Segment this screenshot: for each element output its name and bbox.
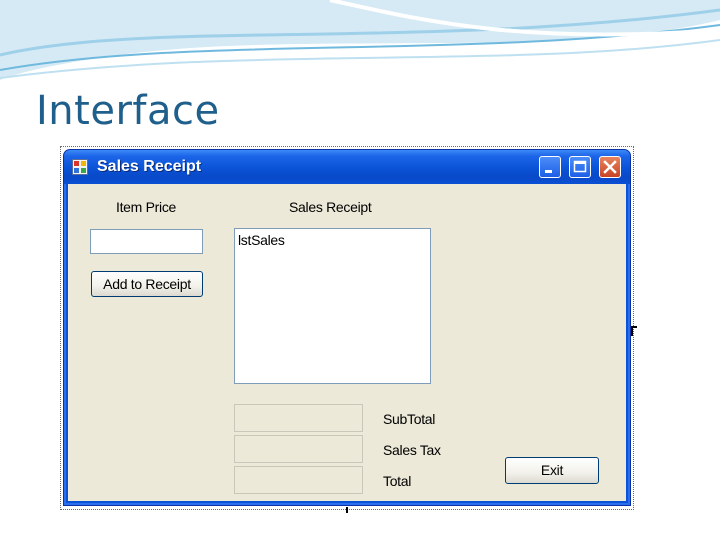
resize-handle-bottom[interactable] [346, 507, 348, 513]
subtotal-label: SubTotal [383, 411, 436, 427]
maximize-button[interactable] [569, 156, 591, 178]
total-label: Total [383, 473, 412, 489]
item-price-input[interactable] [90, 229, 203, 254]
maximize-icon [573, 160, 587, 173]
resize-handle-right-tick [631, 326, 633, 336]
slide-title: Interface [36, 88, 220, 134]
add-to-receipt-button[interactable]: Add to Receipt [91, 271, 203, 297]
sales-receipt-label: Sales Receipt [289, 199, 372, 215]
minimize-icon [545, 170, 552, 173]
sales-receipt-window: Sales Receipt Item Price Add to Receipt … [63, 149, 631, 506]
exit-button[interactable]: Exit [505, 457, 599, 484]
total-field [234, 466, 363, 494]
subtotal-field [234, 404, 363, 432]
sales-tax-label: Sales Tax [383, 442, 441, 458]
minimize-button[interactable] [539, 156, 561, 178]
close-icon [603, 160, 617, 174]
form-client-area: Item Price Add to Receipt Sales Receipt … [68, 184, 626, 501]
window-titlebar[interactable]: Sales Receipt [64, 150, 630, 184]
form-icon [72, 159, 88, 175]
sales-listbox[interactable]: lstSales [234, 228, 431, 384]
slide-header-wave [0, 0, 720, 80]
list-item[interactable]: lstSales [238, 232, 427, 248]
sales-tax-field [234, 435, 363, 463]
item-price-label: Item Price [116, 199, 177, 215]
window-title: Sales Receipt [97, 158, 202, 175]
close-button[interactable] [599, 156, 621, 178]
